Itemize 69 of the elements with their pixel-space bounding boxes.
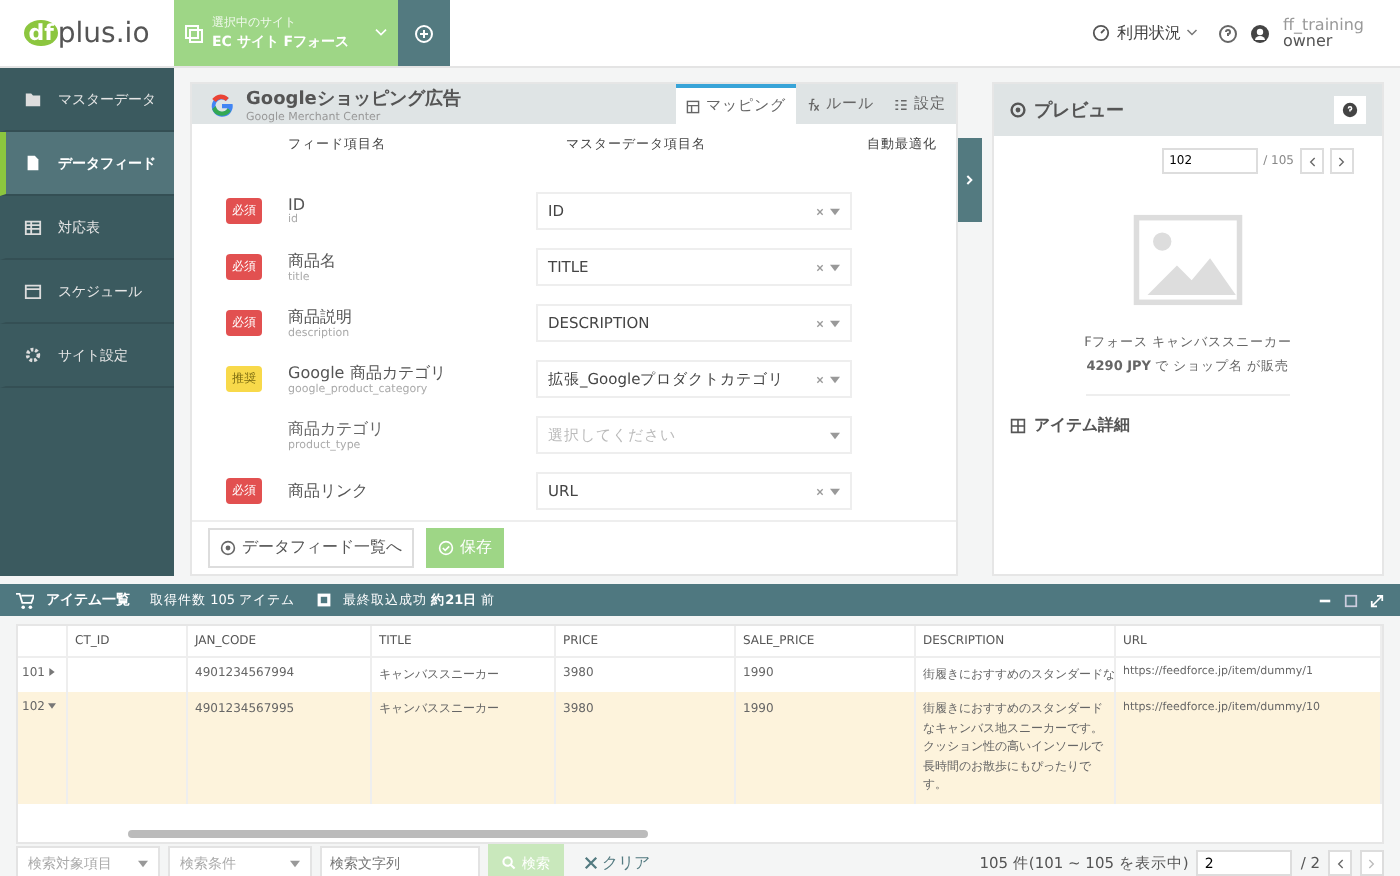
add-site-button[interactable]	[398, 0, 450, 66]
chevron-left-icon	[1336, 857, 1344, 869]
field-label: 商品名	[288, 250, 338, 271]
gear-icon	[24, 346, 42, 364]
feed-title: Googleショッピング広告	[246, 86, 463, 111]
list-icon	[894, 97, 908, 112]
caret-icon	[138, 859, 148, 867]
caret-icon	[830, 263, 840, 272]
folder-icon	[24, 90, 42, 108]
help-button[interactable]	[1334, 96, 1366, 124]
question-icon	[1342, 102, 1358, 118]
row-toggle-icon[interactable]	[48, 702, 57, 710]
g-logo-icon	[208, 90, 236, 119]
function-icon	[806, 97, 820, 112]
maximize-icon[interactable]	[1344, 593, 1358, 607]
usage-menu[interactable]: 利用状況	[1092, 22, 1199, 44]
horizontal-scrollbar[interactable]	[128, 830, 648, 838]
map-icon	[686, 99, 700, 114]
user-menu[interactable]: ff_training owner	[1282, 17, 1364, 49]
clear-icon[interactable]	[816, 319, 824, 328]
field-label: 商品リンク	[288, 480, 370, 503]
chevron-right-icon	[966, 174, 974, 186]
action-button[interactable]: データフィード一覧へ	[208, 527, 414, 568]
clear-icon[interactable]	[816, 263, 824, 272]
clear-icon[interactable]	[816, 375, 824, 384]
collapse-handle[interactable]	[958, 138, 982, 222]
clear-button[interactable]: クリア	[572, 850, 662, 876]
close-icon	[584, 856, 598, 870]
clear-icon[interactable]	[816, 207, 824, 216]
plus-circle-icon	[414, 23, 434, 43]
chevron-down-icon	[374, 28, 388, 38]
caret-icon	[830, 319, 840, 328]
field-label: ID	[288, 196, 308, 215]
field-label: 商品説明	[288, 306, 354, 327]
search-icon	[502, 856, 516, 870]
preview-title: プレビュー	[1034, 98, 1124, 123]
circle-dot-icon	[220, 539, 236, 556]
section-heading: アイテム詳細	[1034, 414, 1130, 436]
cart-icon	[16, 591, 34, 609]
chevron-right-icon	[1338, 155, 1346, 167]
caret-icon	[830, 487, 840, 496]
caret-icon	[830, 207, 840, 216]
chevron-down-icon	[1186, 28, 1199, 38]
user-icon	[1250, 23, 1271, 43]
field-label: Google 商品カテゴリ	[288, 362, 448, 383]
caret-icon	[830, 375, 840, 384]
copy-icon	[184, 23, 204, 43]
image-placeholder-icon	[1132, 214, 1244, 306]
chevron-left-icon	[1308, 155, 1316, 167]
eye-icon	[1010, 102, 1026, 118]
clear-icon[interactable]	[816, 487, 824, 496]
calendar-icon	[24, 282, 42, 300]
help-icon[interactable]	[1218, 23, 1239, 43]
expand-icon[interactable]	[1370, 593, 1384, 607]
logo[interactable]: df plus.io	[0, 17, 174, 49]
document-icon	[24, 154, 42, 172]
gauge-icon	[1092, 24, 1111, 42]
table-icon	[24, 218, 42, 236]
next-button[interactable]	[1330, 148, 1354, 174]
import-icon	[315, 592, 332, 608]
caret-icon	[830, 431, 840, 440]
chevron-right-icon	[1368, 857, 1376, 869]
grid-icon	[1010, 417, 1026, 433]
caret-icon	[290, 859, 300, 867]
row-toggle-icon[interactable]	[48, 668, 57, 676]
previous-button[interactable]	[1328, 850, 1352, 876]
check-circle-icon	[438, 539, 454, 556]
previous-button[interactable]	[1300, 148, 1324, 174]
field-label: 商品カテゴリ	[288, 418, 386, 439]
